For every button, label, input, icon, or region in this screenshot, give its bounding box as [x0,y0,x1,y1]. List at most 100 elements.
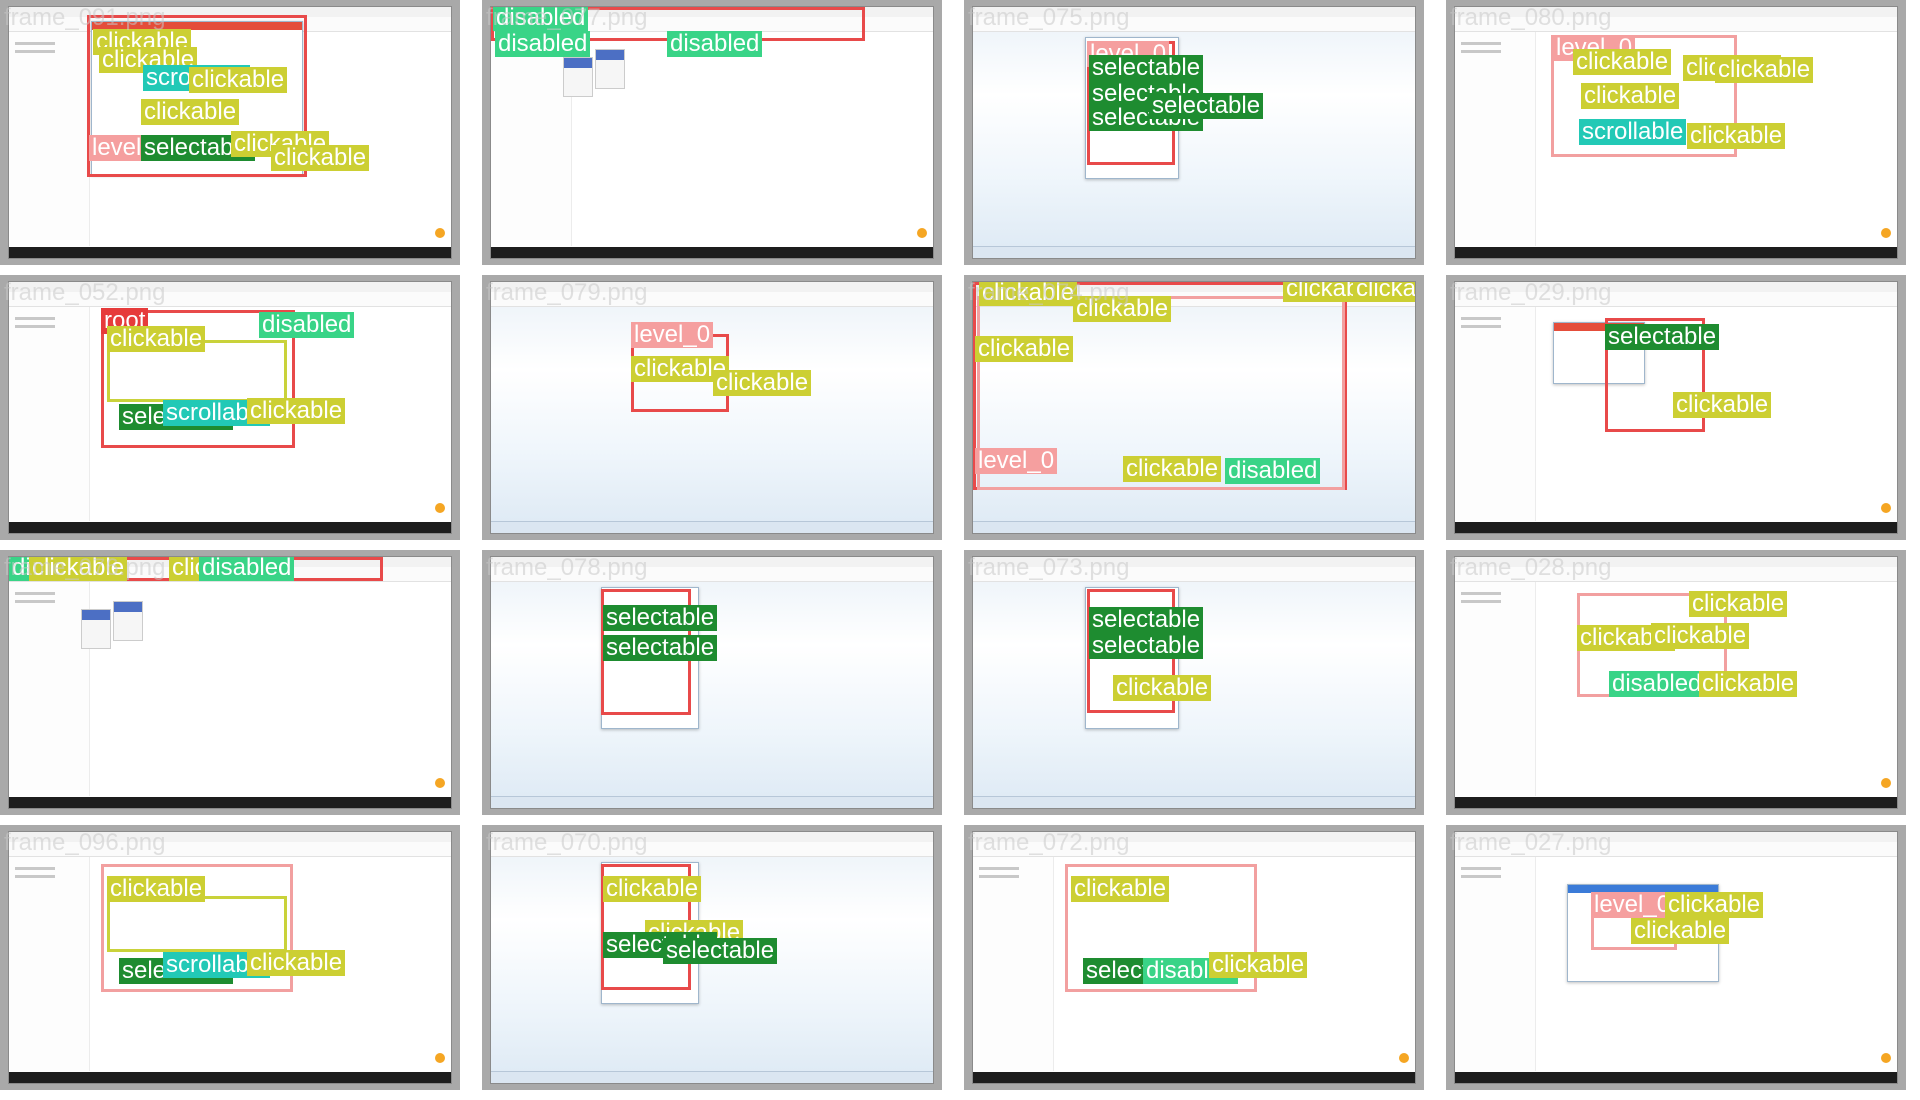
taskbar [1455,247,1897,258]
label-selectable[interactable]: selectable [603,635,718,661]
sidebar [1455,582,1536,796]
label-clickable[interactable]: clickable [247,950,346,976]
taskbar [491,1071,933,1083]
drop-area-box [107,896,287,952]
file-thumbnail[interactable] [563,57,593,97]
frame-tile-8: selectable clickable frame_029.png [1446,275,1906,540]
label-clickable[interactable]: clickable [107,876,206,902]
label-clickable[interactable]: clickable [1687,123,1786,149]
frame-tile-7: clickable clickable clickable clickable … [964,275,1424,540]
screen: level_0 selectable selectable selectable… [972,6,1416,259]
frame-tile-11: selectable selectable clickable frame_07… [964,550,1424,815]
file-thumbnail[interactable] [81,609,111,649]
label-clickable[interactable]: clickable [1581,83,1680,109]
label-clickable[interactable]: clickable [141,99,240,125]
label-clickable[interactable]: clickable [713,370,812,396]
orange-circle-icon [1881,778,1891,788]
screen: level_0 clickable clickable scrollable c… [8,6,452,259]
sidebar [1455,857,1536,1071]
label-disabled: disabled [1225,458,1321,484]
label-clickable[interactable]: clickable [1715,57,1814,83]
label-clickable[interactable]: clickable [603,876,702,902]
taskbar [973,1072,1415,1083]
label-clickable[interactable]: clickable [1573,49,1672,75]
label-clickable[interactable]: clickable [1699,671,1798,697]
label-disabled: disabled [1609,671,1705,697]
screen: level_0 clickable clickable [490,281,934,534]
screen: clickable selectable scrollable clickabl… [8,831,452,1084]
label-clickable[interactable]: clickable [979,282,1078,306]
label-selectable[interactable]: selectable [1089,607,1204,633]
label-clickable[interactable]: clickable [1209,952,1308,978]
window-toolbar [9,292,451,307]
orange-circle-icon [1881,1053,1891,1063]
sidebar [9,582,90,796]
screen: clickable clickable clickable disabled c… [1454,556,1898,809]
orange-circle-icon [1881,228,1891,238]
label-clickable[interactable]: clickable [189,67,288,93]
label-clickable[interactable]: clickable [1353,282,1415,302]
label-clickable[interactable]: clickable [1651,623,1750,649]
sidebar [9,857,90,1071]
label-selectable[interactable]: selectable [1605,324,1720,350]
label-clickable[interactable]: clickable [1689,591,1788,617]
window-toolbar [1455,292,1897,307]
label-scrollable[interactable]: scrollable [1579,119,1687,145]
label-clickable[interactable]: clickable [1073,296,1172,322]
orange-circle-icon [1881,503,1891,513]
label-selectable[interactable]: selectable [1089,55,1204,81]
taskbar [9,1072,451,1083]
screen: clickable selectable disabled clickable [972,831,1416,1084]
label-clickable[interactable]: clickable [29,557,128,581]
screen: selectable selectable clickable [972,556,1416,809]
orange-circle-icon [1399,1053,1409,1063]
window-toolbar [1455,842,1897,857]
label-selectable[interactable]: selectable [603,605,718,631]
taskbar [491,247,933,258]
label-clickable[interactable]: clickable [107,326,206,352]
screen: level_0 clickable clickable [1454,831,1898,1084]
window-toolbar [973,17,1415,32]
label-selectable[interactable]: selectable [1149,93,1264,119]
label-clickable[interactable]: clickable [1673,392,1772,418]
taskbar [1455,1072,1897,1083]
frame-tile-1: level_0 clickable clickable scrollable c… [0,0,460,265]
label-disabled: disabled [259,312,355,338]
file-thumbnail[interactable] [113,601,143,641]
taskbar [9,522,451,533]
label-clickable[interactable]: clickable [1665,892,1764,918]
frame-tile-6: level_0 clickable clickable frame_079.pn… [482,275,942,540]
screen: root clickable disabled selectable scrol… [8,281,452,534]
screen: clickable clickable selectable selectabl… [490,831,934,1084]
label-level: level_0 [975,448,1058,474]
frame-tile-12: clickable clickable clickable disabled c… [1446,550,1906,815]
label-level: level_0 [1591,892,1674,918]
label-clickable[interactable]: clickable [271,145,370,171]
label-selectable[interactable]: selectable [1089,633,1204,659]
label-clickable[interactable]: clickable [1123,456,1222,482]
label-disabled: disabled [667,31,763,57]
file-thumbnail[interactable] [595,49,625,89]
screen: selectable clickable [1454,281,1898,534]
label-clickable[interactable]: clickable [1071,876,1170,902]
sidebar [9,307,90,521]
window-toolbar [491,567,933,582]
label-clickable[interactable]: clickable [975,336,1074,362]
frame-tile-2: disabled disabled disabled frame_077.png [482,0,942,265]
orange-circle-icon [435,503,445,513]
orange-circle-icon [435,778,445,788]
taskbar [491,796,933,808]
screen: disabled disabled disabled [490,6,934,259]
taskbar [973,246,1415,258]
taskbar [9,247,451,258]
window-toolbar [1455,17,1897,32]
frame-tile-16: level_0 clickable clickable frame_027.pn… [1446,825,1906,1090]
window-toolbar [973,567,1415,582]
label-clickable[interactable]: clickable [1113,675,1212,701]
label-clickable[interactable]: clickable [247,398,346,424]
label-clickable[interactable]: clickable [1631,918,1730,944]
label-selectable[interactable]: selectable [663,938,778,964]
frame-tile-10: selectable selectable frame_078.png [482,550,942,815]
label-disabled: disabled [493,7,589,31]
frame-tile-3: level_0 selectable selectable selectable… [964,0,1424,265]
